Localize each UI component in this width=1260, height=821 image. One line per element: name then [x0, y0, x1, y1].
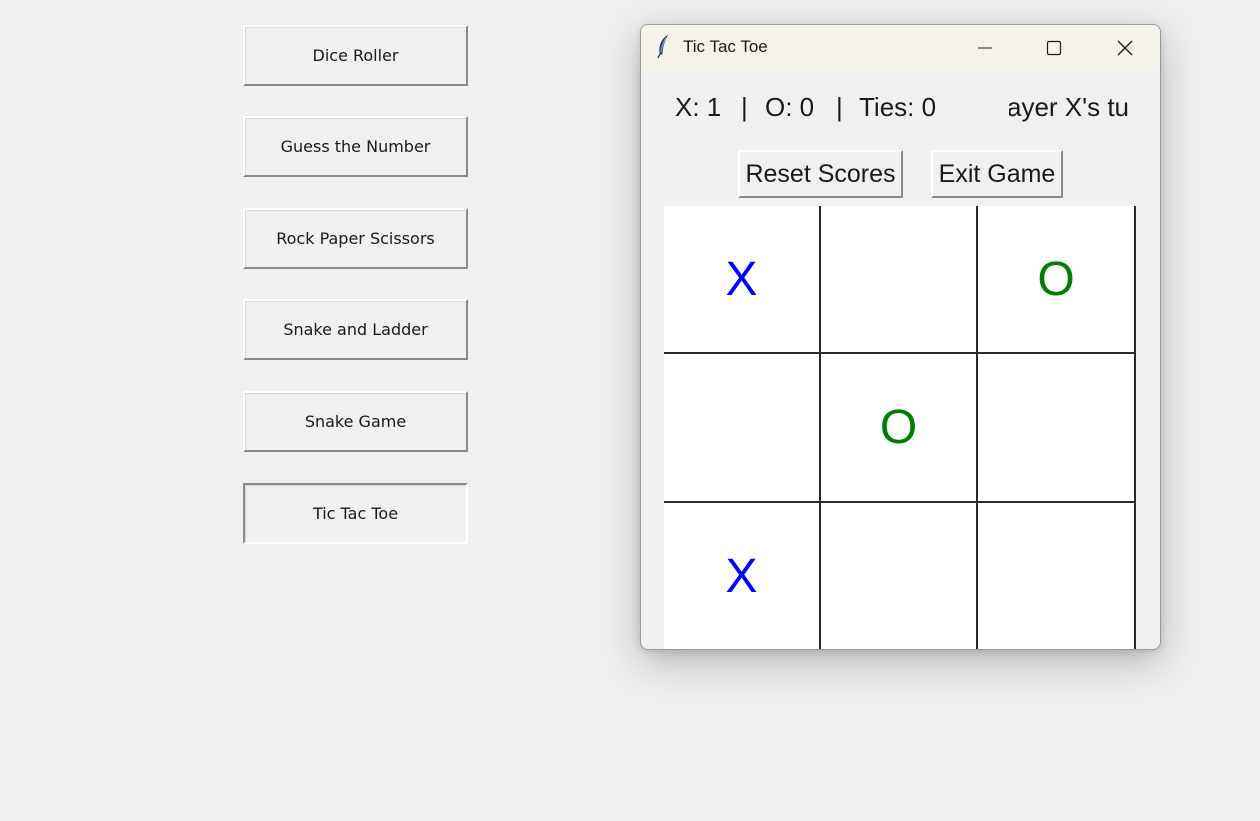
dice-roller-label: Dice Roller	[312, 46, 399, 65]
snake-game-label: Snake Game	[304, 412, 407, 431]
cell-5-mark: O	[879, 401, 918, 454]
x-score: X: 1	[675, 92, 722, 122]
guess-the-number-label: Guess the Number	[280, 137, 431, 156]
window-titlebar[interactable]: Tic Tac Toe	[641, 25, 1160, 71]
o-score: O: 0	[765, 92, 815, 122]
cell-3-mark: O	[1037, 252, 1075, 306]
exit-game-label: Exit Game	[938, 159, 1056, 188]
window-title: Tic Tac Toe	[683, 37, 768, 56]
maximize-icon	[1046, 40, 1062, 56]
board-cell-1[interactable]: X	[664, 206, 821, 354]
score-separator-1: |	[741, 92, 748, 122]
minimize-icon	[978, 47, 992, 49]
minimize-button[interactable]	[962, 25, 1008, 71]
board-cell-7[interactable]: X	[664, 503, 821, 649]
board-cell-5[interactable]: O	[821, 354, 978, 503]
turn-indicator: ayer X's tu	[1009, 89, 1131, 129]
turn-text: ayer X's tu	[1009, 92, 1129, 122]
close-button[interactable]	[1102, 25, 1148, 71]
board-cell-4[interactable]	[664, 354, 821, 503]
close-icon	[1117, 40, 1133, 56]
reset-scores-button[interactable]: Reset Scores	[738, 150, 903, 198]
snake-and-ladder-button[interactable]: Snake and Ladder	[243, 299, 468, 360]
reset-scores-label: Reset Scores	[745, 159, 896, 188]
snake-game-button[interactable]: Snake Game	[243, 391, 468, 452]
board-cell-8[interactable]	[821, 503, 978, 649]
maximize-button[interactable]	[1031, 25, 1077, 71]
board-cell-3[interactable]: O	[978, 206, 1136, 354]
board-cell-9[interactable]	[978, 503, 1136, 649]
cell-7-mark: X	[725, 550, 758, 603]
ties-score: Ties: 0	[859, 92, 937, 122]
tic-tac-toe-button[interactable]: Tic Tac Toe	[243, 483, 468, 544]
tic-tac-toe-label: Tic Tac Toe	[312, 504, 399, 523]
rock-paper-scissors-label: Rock Paper Scissors	[276, 229, 435, 248]
board-cell-2[interactable]	[821, 206, 978, 354]
dice-roller-button[interactable]: Dice Roller	[243, 25, 468, 86]
game-board: X O O X	[664, 206, 1136, 649]
board-cell-6[interactable]	[978, 354, 1136, 503]
exit-game-button[interactable]: Exit Game	[931, 150, 1063, 198]
score-separator-2: |	[836, 92, 843, 122]
cell-1-mark: X	[725, 252, 758, 306]
feather-icon	[655, 34, 671, 59]
guess-the-number-button[interactable]: Guess the Number	[243, 116, 468, 177]
snake-and-ladder-label: Snake and Ladder	[283, 320, 428, 339]
tic-tac-toe-window: Tic Tac Toe X: 1 | O: 0 | Ties: 0 ayer X…	[640, 24, 1161, 650]
rock-paper-scissors-button[interactable]: Rock Paper Scissors	[243, 208, 468, 269]
